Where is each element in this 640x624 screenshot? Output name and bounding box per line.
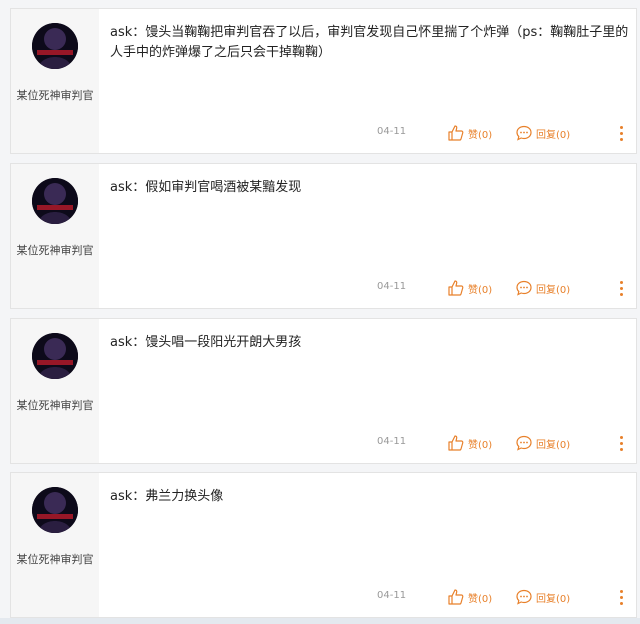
author-name[interactable]: 某位死神审判官 bbox=[11, 242, 99, 258]
reply-count-label: 回复(0) bbox=[536, 593, 571, 605]
more-options-icon[interactable] bbox=[616, 433, 626, 453]
avatar[interactable] bbox=[32, 178, 78, 224]
avatar[interactable] bbox=[32, 487, 78, 533]
like-count-label: 赞(0) bbox=[468, 284, 493, 296]
comment-date: 04-11 bbox=[377, 281, 407, 292]
comment-footer: 04-11 赞(0) 回复(0) bbox=[11, 123, 636, 143]
avatar[interactable] bbox=[32, 333, 78, 379]
author-name[interactable]: 某位死神审判官 bbox=[11, 551, 99, 567]
reply-count-label: 回复(0) bbox=[536, 284, 571, 296]
speech-bubble-icon bbox=[515, 124, 533, 142]
like-count-label: 赞(0) bbox=[468, 593, 493, 605]
comment-card: 某位死神审判官 ask：假如审判官喝酒被某黯发现 04-11 赞(0) 回复(0… bbox=[10, 163, 637, 309]
comment-date: 04-11 bbox=[377, 436, 407, 447]
author-name[interactable]: 某位死神审判官 bbox=[11, 397, 99, 413]
comment-card: 某位死神审判官 ask：弗兰力换头像 04-11 赞(0) 回复(0) bbox=[10, 472, 637, 618]
comment-text: ask：馒头当鞠鞠把审判官吞了以后，审判官发现自己怀里揣了个炸弹（ps：鞠鞠肚子… bbox=[110, 25, 629, 60]
comment-footer: 04-11 赞(0) 回复(0) bbox=[11, 587, 636, 607]
like-count-label: 赞(0) bbox=[468, 129, 493, 141]
thumbs-up-icon bbox=[447, 124, 465, 142]
page-bottom-border bbox=[0, 618, 640, 624]
like-button[interactable]: 赞(0) bbox=[447, 433, 492, 453]
reply-button[interactable]: 回复(0) bbox=[515, 433, 570, 453]
thumbs-up-icon bbox=[447, 588, 465, 606]
author-name[interactable]: 某位死神审判官 bbox=[11, 87, 99, 103]
more-options-icon[interactable] bbox=[616, 278, 626, 298]
comment-text: ask：假如审判官喝酒被某黯发现 bbox=[110, 180, 302, 195]
comment-text: ask：馒头唱一段阳光开朗大男孩 bbox=[110, 335, 302, 350]
comment-date: 04-11 bbox=[377, 590, 407, 601]
thumbs-up-icon bbox=[447, 434, 465, 452]
like-count-label: 赞(0) bbox=[468, 439, 493, 451]
reply-button[interactable]: 回复(0) bbox=[515, 123, 570, 143]
comment-footer: 04-11 赞(0) 回复(0) bbox=[11, 433, 636, 453]
comment-card: 某位死神审判官 ask：馒头唱一段阳光开朗大男孩 04-11 赞(0) 回复(0… bbox=[10, 318, 637, 464]
more-options-icon[interactable] bbox=[616, 587, 626, 607]
comment-text: ask：弗兰力换头像 bbox=[110, 489, 224, 504]
speech-bubble-icon bbox=[515, 434, 533, 452]
speech-bubble-icon bbox=[515, 588, 533, 606]
comment-footer: 04-11 赞(0) 回复(0) bbox=[11, 278, 636, 298]
reply-button[interactable]: 回复(0) bbox=[515, 587, 570, 607]
comment-feed: 某位死神审判官 ask：馒头当鞠鞠把审判官吞了以后，审判官发现自己怀里揣了个炸弹… bbox=[0, 0, 640, 624]
avatar[interactable] bbox=[32, 23, 78, 69]
thumbs-up-icon bbox=[447, 279, 465, 297]
like-button[interactable]: 赞(0) bbox=[447, 123, 492, 143]
reply-button[interactable]: 回复(0) bbox=[515, 278, 570, 298]
reply-count-label: 回复(0) bbox=[536, 129, 571, 141]
speech-bubble-icon bbox=[515, 279, 533, 297]
comment-date: 04-11 bbox=[377, 126, 407, 137]
comment-card: 某位死神审判官 ask：馒头当鞠鞠把审判官吞了以后，审判官发现自己怀里揣了个炸弹… bbox=[10, 8, 637, 154]
like-button[interactable]: 赞(0) bbox=[447, 587, 492, 607]
like-button[interactable]: 赞(0) bbox=[447, 278, 492, 298]
more-options-icon[interactable] bbox=[616, 123, 626, 143]
reply-count-label: 回复(0) bbox=[536, 439, 571, 451]
